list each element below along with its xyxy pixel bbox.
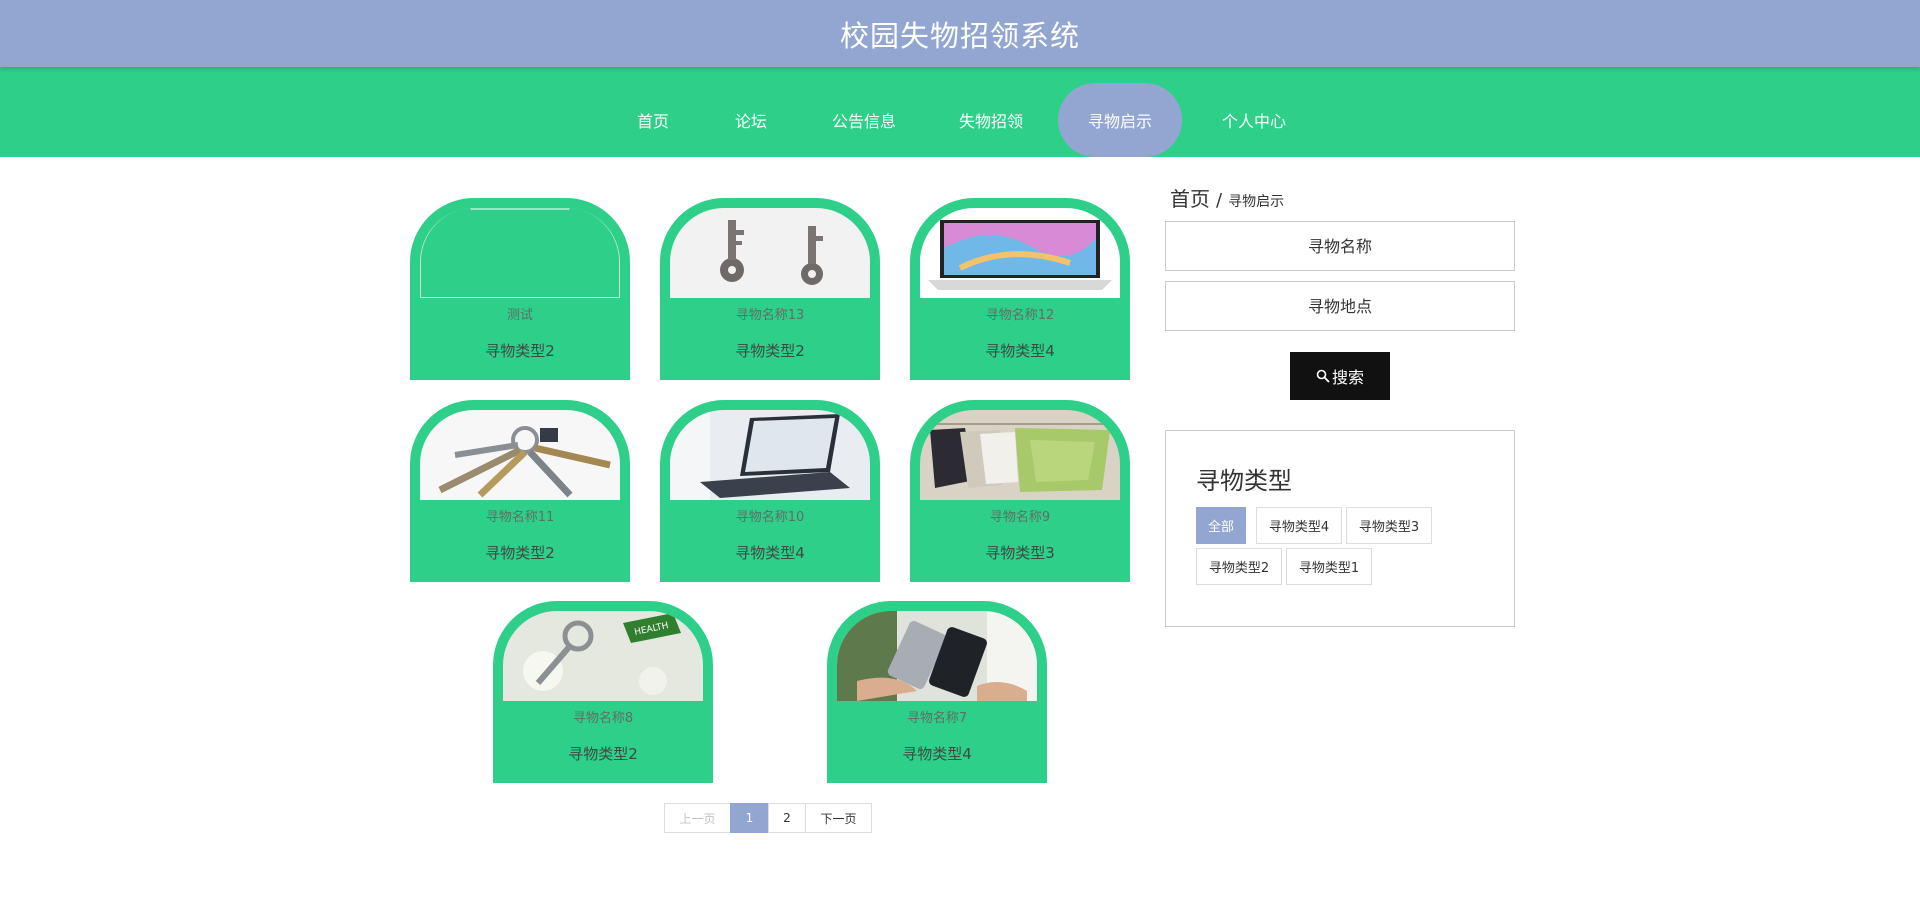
item-card[interactable]: 测试 寻物类型2 [410,198,630,380]
card-type: 寻物类型3 [985,544,1055,562]
nav-lost-and-found[interactable]: 失物招领 [945,83,1037,157]
next-page-button[interactable]: 下一页 [805,803,872,833]
card-name: 寻物名称13 [735,308,805,323]
type-tag-3[interactable]: 寻物类型3 [1346,507,1432,544]
item-card[interactable]: 寻物名称10 寻物类型4 [660,400,880,582]
page-1-button[interactable]: 1 [730,803,769,833]
nav-forum[interactable]: 论坛 [718,83,784,157]
card-name: 寻物名称12 [985,308,1055,323]
card-type: 寻物类型4 [902,745,972,763]
item-card[interactable]: 寻物名称12 寻物类型4 [910,198,1130,380]
search-button-label: 搜索 [1331,368,1364,387]
card-type: 寻物类型4 [735,544,805,562]
nav-lost-notice[interactable]: 寻物启示 [1058,83,1182,157]
card-type: 寻物类型4 [985,342,1055,360]
site-header: 校园失物招领系统 [0,0,1920,67]
item-name-input[interactable] [1165,221,1515,271]
breadcrumb-separator: / [1216,190,1223,211]
page-2-button[interactable]: 2 [768,803,806,833]
type-tag-all[interactable]: 全部 [1196,507,1246,544]
card-type: 寻物类型2 [568,745,638,763]
card-type: 寻物类型2 [485,342,555,360]
breadcrumb: 首页 / 寻物启示 [1170,183,1284,212]
site-title: 校园失物招领系统 [839,18,1080,53]
card-name: 寻物名称10 [735,510,805,525]
keys-photo [670,208,870,298]
breadcrumb-current: 寻物启示 [1228,194,1285,210]
item-card[interactable]: 寻物名称11 寻物类型2 [410,400,630,582]
nav-home[interactable]: 首页 [620,83,686,157]
type-tag-2[interactable]: 寻物类型2 [1196,548,1282,585]
card-name: 寻物名称7 [906,711,968,726]
item-card[interactable]: HEALTH 寻物名称8 寻物类型2 [493,601,713,783]
card-type: 寻物类型2 [735,342,805,360]
nav-announcements[interactable]: 公告信息 [818,83,910,157]
search-icon [1316,369,1330,383]
main-nav: 首页 论坛 公告信息 失物招领 寻物启示 个人中心 [0,67,1920,157]
blank-image [420,208,620,298]
prev-page-button[interactable]: 上一页 [664,803,731,833]
type-tag-1[interactable]: 寻物类型1 [1286,548,1372,585]
clothes-photo [920,410,1120,500]
item-card[interactable]: 寻物名称7 寻物类型4 [827,601,1047,783]
pagination: 上一页 1 2 下一页 [664,803,872,833]
laptop-photo [670,410,870,500]
laptop-photo [920,208,1120,298]
breadcrumb-home[interactable]: 首页 [1170,183,1210,212]
card-name: 寻物名称8 [572,711,634,726]
card-name: 寻物名称9 [989,510,1051,525]
item-card[interactable]: 寻物名称13 寻物类型2 [660,198,880,380]
item-card[interactable]: 寻物名称9 寻物类型3 [910,400,1130,582]
item-location-input[interactable] [1165,281,1515,331]
search-button[interactable]: 搜索 [1290,352,1390,400]
key-bunch-photo [420,410,620,500]
card-name: 测试 [506,308,533,323]
key-photo: HEALTH [503,611,703,701]
type-filter-title: 寻物类型 [1196,467,1292,495]
nav-personal-center[interactable]: 个人中心 [1208,83,1300,157]
phone-photo [837,611,1037,701]
card-name: 寻物名称11 [485,510,555,525]
card-type: 寻物类型2 [485,544,555,562]
type-filter-panel: 寻物类型 全部 寻物类型4 寻物类型3 寻物类型2 寻物类型1 [1165,430,1515,627]
type-tag-4[interactable]: 寻物类型4 [1256,507,1342,544]
